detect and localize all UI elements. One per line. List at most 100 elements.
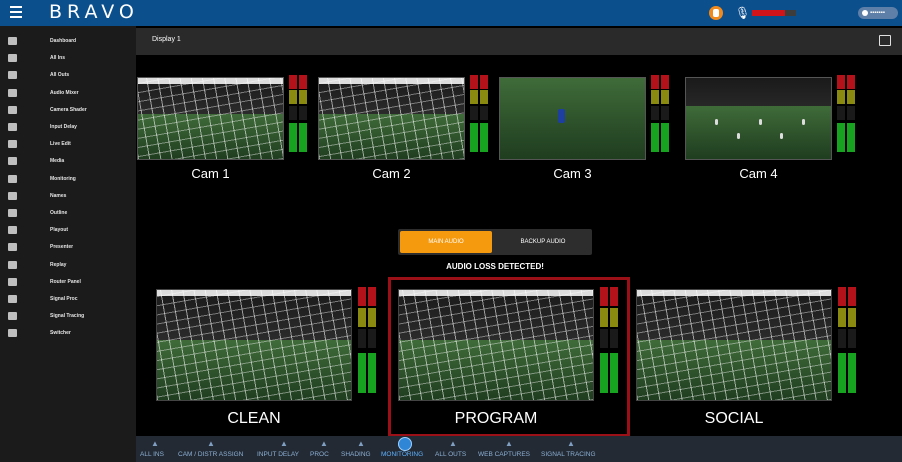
toolbar-label: PROC [310, 451, 329, 458]
sidebar-item-presenter[interactable]: Presenter [0, 240, 136, 256]
camera-preview [137, 77, 284, 160]
menu-icon[interactable] [10, 6, 22, 18]
camera-label: Cam 1 [191, 166, 230, 181]
toolbar-warning-icon: ▲ [505, 439, 513, 448]
sidebar-item-label: Input Delay [50, 124, 77, 130]
audio-source-switch: MAIN AUDIO BACKUP AUDIO [398, 229, 592, 255]
toolbar-warning-icon: ▲ [567, 439, 575, 448]
output-preview [156, 289, 352, 401]
mixer-icon [8, 88, 17, 97]
sidebar-item-outline[interactable]: Outline [0, 206, 136, 222]
vu-meter [838, 287, 856, 393]
toolbar-label: ALL INS [140, 451, 164, 458]
output-label: CLEAN [227, 410, 281, 427]
sidebar-item-replay[interactable]: Replay [0, 258, 136, 274]
top-bar: BRAVO 🎙 ▪▪▪▪▪▪▪ [0, 0, 902, 26]
toolbar-label: SHADING [341, 451, 371, 458]
sidebar-item-label: Monitoring [50, 175, 76, 182]
sidebar-item-label: Signal Tracing [50, 313, 85, 320]
sidebar-item-label: Signal Proc [50, 296, 78, 302]
user-menu[interactable]: ▪▪▪▪▪▪▪ [858, 7, 898, 19]
camera-preview [499, 77, 646, 160]
toolbar-warning-icon: ▲ [151, 439, 159, 448]
vu-meter [358, 287, 376, 393]
fullscreen-icon[interactable] [879, 35, 891, 46]
audio-level-fill [752, 10, 785, 16]
sidebar-item-switcher[interactable]: Switcher [0, 326, 136, 342]
sidebar-item-media[interactable]: Media [0, 154, 136, 170]
sidebar-item-label: Playout [50, 227, 69, 234]
switcher-icon [8, 329, 17, 338]
input-icon [8, 54, 17, 63]
sidebar-item-all-ins[interactable]: All Ins [0, 51, 136, 67]
camera-preview [685, 77, 832, 160]
camera-label: Cam 2 [372, 166, 411, 181]
backup-audio-button[interactable]: BACKUP AUDIO [496, 231, 590, 253]
sidebar-item-playout[interactable]: Playout [0, 223, 136, 239]
vu-meter [470, 75, 488, 152]
presenter-icon [8, 243, 17, 252]
sidebar-item-label: Replay [50, 261, 67, 268]
toolbar-warning-icon: ▲ [449, 439, 457, 448]
sidebar-item-label: All Ins [50, 55, 66, 62]
brand-logo: BRAVO [49, 1, 139, 23]
sidebar-item-audio-mixer[interactable]: Audio Mixer [0, 86, 136, 102]
sidebar-item-label: Live Edit [50, 141, 71, 148]
sidebar-item-label: Names [50, 192, 67, 199]
toolbar-label: CAM / DISTR ASSIGN [178, 451, 244, 458]
sidebar-item-monitoring[interactable]: Monitoring [0, 172, 136, 188]
sidebar: Dashboard All Ins All Outs Audio Mixer Camer… [0, 26, 136, 462]
sidebar-item-dashboard[interactable]: Dashboard [0, 34, 136, 50]
media-icon [8, 157, 17, 166]
toolbar-warning-icon: ▲ [320, 439, 328, 448]
router-icon [8, 277, 17, 286]
sidebar-item-label: All Outs [50, 72, 70, 79]
sidebar-item-label: Outline [50, 210, 68, 216]
monitor-icon [8, 174, 17, 183]
monitoring-active-icon[interactable] [398, 437, 412, 451]
toolbar-warning-icon: ▲ [280, 439, 288, 448]
vu-meter [837, 75, 855, 152]
shader-icon [8, 105, 17, 114]
user-icon [862, 10, 868, 16]
camera-preview [318, 77, 465, 160]
sidebar-item-label: Camera Shader [50, 106, 87, 113]
edit-icon [8, 140, 17, 149]
sidebar-item-label: Media [50, 158, 65, 165]
sidebar-item-all-outs[interactable]: All Outs [0, 68, 136, 84]
notification-icon[interactable] [709, 6, 723, 20]
user-name: ▪▪▪▪▪▪▪ [870, 10, 885, 16]
replay-icon [8, 260, 17, 269]
sidebar-item-label: Presenter [50, 244, 74, 251]
sidebar-item-live-edit[interactable]: Live Edit [0, 137, 136, 153]
playout-icon [8, 226, 17, 235]
sidebar-item-label: Audio Mixer [50, 89, 79, 96]
grid-icon [8, 37, 17, 45]
audio-level-meter [752, 10, 796, 16]
vu-meter [651, 75, 669, 152]
sidebar-item-input-delay[interactable]: Input Delay [0, 120, 136, 136]
sidebar-item-signal-tracing[interactable]: Signal Tracing [0, 309, 136, 325]
toolbar-warning-icon: ▲ [207, 439, 215, 448]
main-audio-button[interactable]: MAIN AUDIO [400, 231, 492, 253]
toolbar-label: WEB CAPTURES [478, 451, 531, 458]
sidebar-item-signal-proc[interactable]: Signal Proc [0, 292, 136, 308]
signal-proc-icon [8, 295, 17, 303]
sidebar-item-camera-shader[interactable]: Camera Shader [0, 103, 136, 119]
sidebar-item-label: Dashboard [50, 38, 77, 44]
camera-label: Cam 4 [739, 166, 778, 181]
display-header: Display 1 [136, 28, 902, 55]
output-preview [636, 289, 832, 401]
sidebar-item-router-panel[interactable]: Router Panel [0, 275, 136, 291]
mic-muted-icon[interactable]: 🎙 [735, 6, 750, 20]
audio-loss-alert: AUDIO LOSS DETECTED! [446, 262, 544, 271]
toolbar-label: ALL OUTS [435, 451, 467, 458]
toolbar-label: SIGNAL TRACING [541, 451, 596, 458]
toolbar-label: INPUT DELAY [257, 451, 300, 458]
toolbar-warning-icon: ▲ [357, 439, 365, 448]
bottom-toolbar: ▲ ALL INS ▲ CAM / DISTR ASSIGN ▲ INPUT DELAY ▲… [136, 436, 902, 462]
sidebar-item-label: Switcher [50, 330, 71, 337]
sidebar-item-names[interactable]: Names [0, 189, 136, 205]
output-label: SOCIAL [704, 410, 764, 427]
page-title: Display 1 [152, 36, 181, 43]
